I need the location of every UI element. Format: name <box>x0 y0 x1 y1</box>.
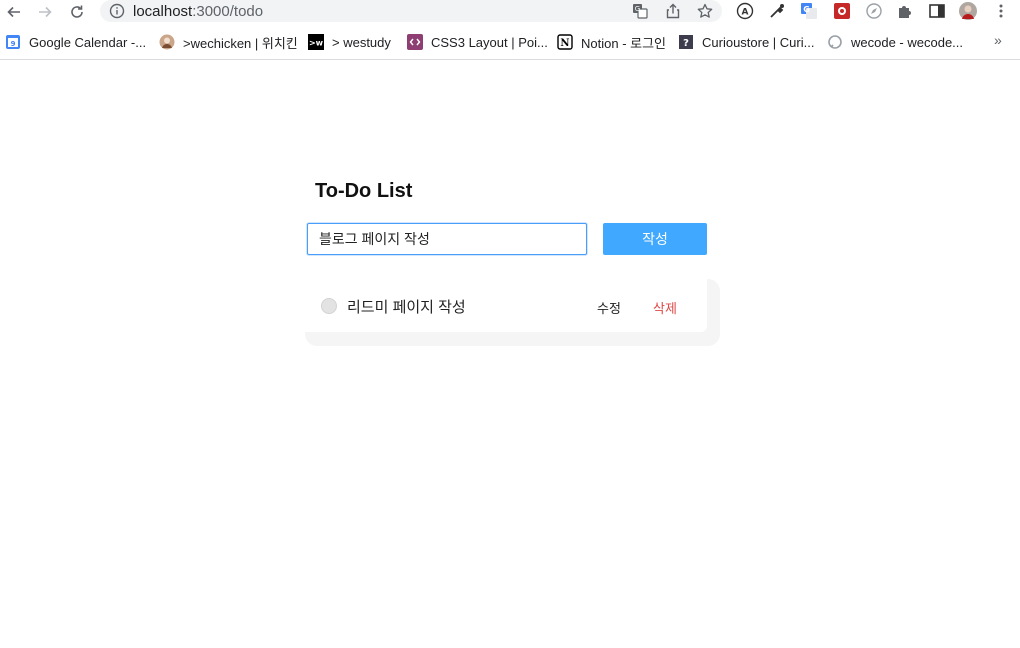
translate-icon[interactable]: G <box>632 3 648 19</box>
bookmark-label: Curioustore | Curi... <box>702 34 815 50</box>
google-translate-icon[interactable]: G <box>799 1 819 21</box>
page-title: To-Do List <box>315 180 413 202</box>
bookmark-label: Google Calendar -... <box>29 34 147 50</box>
url-text[interactable]: localhost:3000/todo <box>133 3 263 20</box>
page-content: To-Do List 작성 리드미 페이지 작성 수정 삭제 <box>0 61 1020 648</box>
todo-complete-radio[interactable] <box>321 298 337 314</box>
svg-text:N: N <box>560 38 569 49</box>
todo-item: 리드미 페이지 작성 수정 삭제 <box>305 279 707 332</box>
site-info-icon[interactable] <box>109 3 125 19</box>
submit-button[interactable]: 작성 <box>603 223 707 255</box>
westudy-icon: >w <box>308 34 324 50</box>
url-host: localhost <box>133 3 193 20</box>
side-panel-icon[interactable] <box>927 1 947 21</box>
svg-text:G: G <box>635 5 640 13</box>
bookmark-label: >wechicken | 위치킨 <box>183 35 298 51</box>
bookmark-wechicken[interactable]: >wechicken | 위치킨 <box>159 33 298 51</box>
forward-icon[interactable] <box>35 2 55 22</box>
notion-icon: N <box>557 34 573 50</box>
browser-toolbar: localhost:3000/todo G A G <box>0 0 1020 23</box>
bookmark-wecode[interactable]: wecode - wecode... <box>827 33 963 51</box>
bookmark-notion[interactable]: N Notion - 로그인 <box>557 33 666 51</box>
reload-icon[interactable] <box>67 2 87 22</box>
svg-text:>w: >w <box>309 39 324 48</box>
url-path: :3000/todo <box>192 3 264 20</box>
curioustore-icon: ? <box>678 34 694 50</box>
browser-menu-icon[interactable] <box>991 1 1011 21</box>
compass-icon[interactable] <box>864 1 884 21</box>
bookmark-label: CSS3 Layout | Poi... <box>431 34 548 50</box>
bookmark-label: Notion - 로그인 <box>581 35 667 51</box>
extension-red-icon[interactable] <box>832 1 852 21</box>
delete-button[interactable]: 삭제 <box>653 298 677 317</box>
svg-text:?: ? <box>683 38 689 49</box>
bookmark-curioustore[interactable]: ? Curioustore | Curi... <box>678 33 814 51</box>
svg-text:G: G <box>803 5 810 14</box>
bookmark-label: wecode - wecode... <box>851 34 964 50</box>
wecode-icon <box>827 34 843 50</box>
bookmark-westudy[interactable]: >w > westudy <box>308 33 391 51</box>
bookmark-label: > westudy <box>332 34 391 50</box>
back-icon[interactable] <box>4 2 24 22</box>
todo-item-text: 리드미 페이지 작성 <box>347 299 466 316</box>
bookmark-google-calendar[interactable]: 9 Google Calendar -... <box>5 33 146 51</box>
bookmark-star-icon[interactable] <box>697 3 713 19</box>
eyedropper-icon[interactable] <box>767 1 787 21</box>
share-icon[interactable] <box>665 3 681 19</box>
address-bar[interactable]: localhost:3000/todo G <box>100 0 722 22</box>
svg-text:9: 9 <box>11 40 16 48</box>
wechicken-avatar-icon <box>159 34 175 50</box>
google-calendar-icon: 9 <box>5 34 21 50</box>
todo-list: 리드미 페이지 작성 수정 삭제 <box>305 279 720 346</box>
css-layout-icon <box>407 34 423 50</box>
edit-button[interactable]: 수정 <box>597 298 621 317</box>
bookmarks-more-button[interactable]: » <box>994 32 1002 48</box>
extension-a-icon[interactable]: A <box>735 1 755 21</box>
bookmarks-bar: 9 Google Calendar -... >wechicken | 위치킨 … <box>0 23 1020 60</box>
bookmark-css3-layout[interactable]: CSS3 Layout | Poi... <box>407 33 548 51</box>
svg-text:A: A <box>742 8 749 18</box>
todo-input[interactable] <box>307 223 587 255</box>
profile-avatar-icon[interactable] <box>958 1 978 21</box>
extensions-puzzle-icon[interactable] <box>895 1 915 21</box>
